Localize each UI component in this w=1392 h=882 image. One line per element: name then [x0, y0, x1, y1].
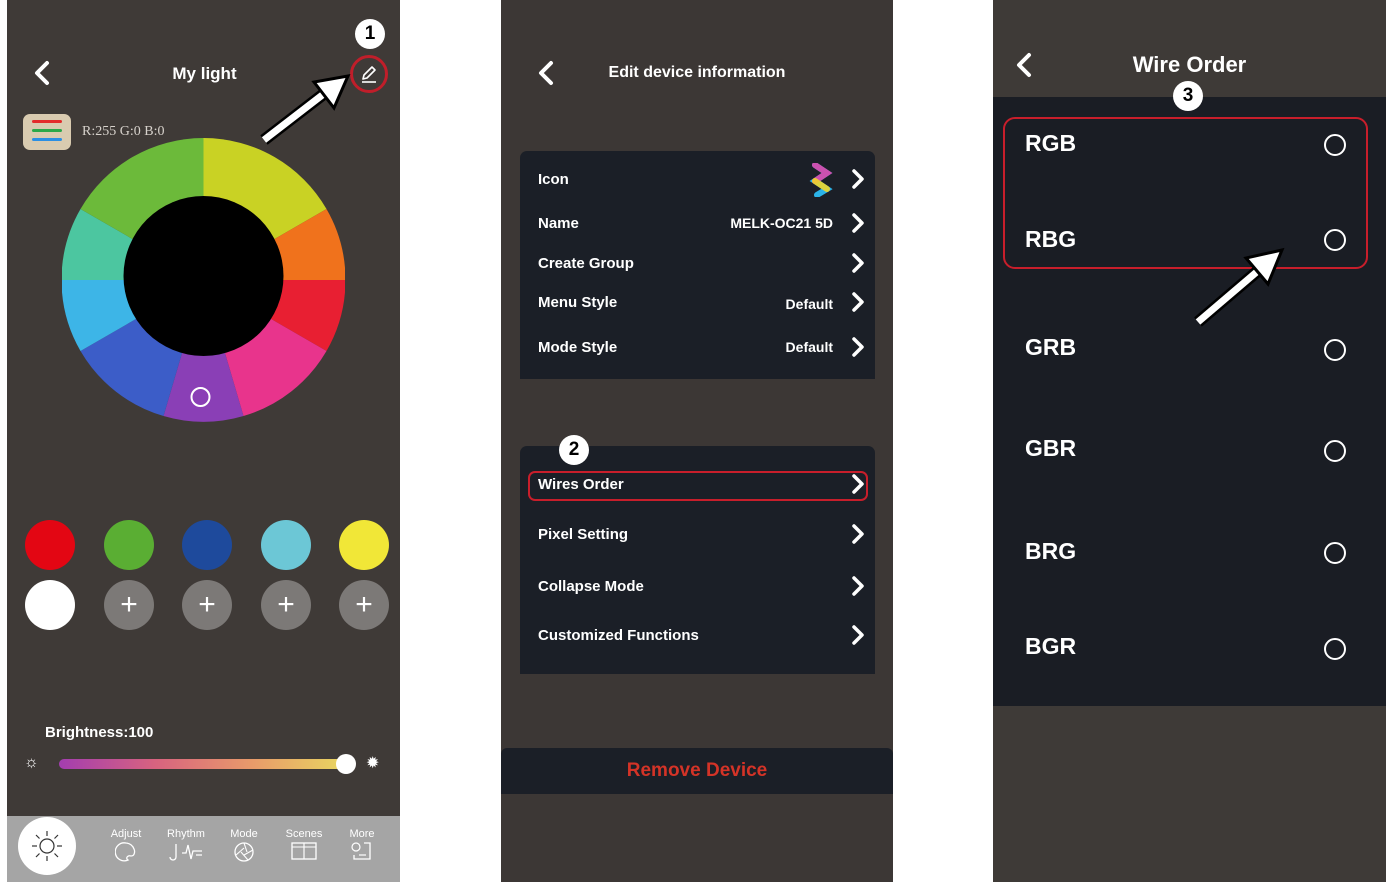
- chevron-right-icon: [852, 292, 864, 312]
- add-color-button[interactable]: +: [182, 580, 232, 630]
- add-color-button[interactable]: +: [104, 580, 154, 630]
- back-button[interactable]: [33, 60, 51, 86]
- option-bgr-radio[interactable]: [1324, 638, 1346, 660]
- preset-color-green[interactable]: [104, 520, 154, 570]
- palette-icon: [114, 842, 136, 862]
- color-wheel[interactable]: [62, 130, 345, 430]
- option-brg-radio[interactable]: [1324, 542, 1346, 564]
- step-badge-2: 2: [559, 435, 589, 465]
- wire-order-screen: Wire Order 3 RGB RBG GRB GBR BRG BGR: [993, 0, 1386, 882]
- option-rgb-label: RGB: [1025, 130, 1077, 156]
- chevron-right-icon: [852, 474, 864, 494]
- brightness-slider-handle[interactable]: [336, 754, 356, 774]
- back-button[interactable]: [1015, 52, 1033, 78]
- step-badge-1: 1: [355, 19, 385, 49]
- sun-dim-icon: ☼: [24, 754, 39, 771]
- preset-color-blue[interactable]: [182, 520, 232, 570]
- chevron-right-icon: [852, 576, 864, 596]
- music-wave-icon: [169, 844, 202, 861]
- preset-color-red[interactable]: [25, 520, 75, 570]
- option-gbr-label: GBR: [1025, 435, 1077, 461]
- step-badge-3: 3: [1173, 81, 1203, 111]
- pencil-icon: [362, 66, 376, 83]
- option-rbg-label: RBG: [1025, 226, 1077, 252]
- page-title: Edit device information: [608, 64, 786, 81]
- preset-color-yellow[interactable]: [339, 520, 389, 570]
- aperture-icon: [234, 842, 254, 862]
- device-info-card: Icon Name MELK-OC21 5D Create Group Menu…: [520, 151, 875, 379]
- add-color-button[interactable]: +: [339, 580, 389, 630]
- sun-icon: [32, 831, 62, 861]
- nav-adjust[interactable]: Adjust: [101, 828, 151, 866]
- device-icon: [809, 163, 833, 197]
- nav-rhythm[interactable]: Rhythm: [161, 828, 211, 864]
- nav-scenes[interactable]: Scenes: [279, 828, 329, 864]
- pointer-arrow-icon: [1194, 247, 1285, 327]
- remove-device-button[interactable]: Remove Device: [501, 748, 893, 794]
- chevron-right-icon: [852, 524, 864, 544]
- page-title: Wire Order: [1132, 52, 1247, 77]
- option-grb-label: GRB: [1025, 334, 1077, 360]
- film-icon: [291, 842, 317, 860]
- option-grb-radio[interactable]: [1324, 339, 1346, 361]
- preset-color-white[interactable]: [25, 580, 75, 630]
- chevron-right-icon: [852, 337, 864, 357]
- option-rbg-radio[interactable]: [1324, 229, 1346, 251]
- brightness-label: Brightness:100: [45, 724, 154, 741]
- brightness-slider[interactable]: [59, 759, 349, 769]
- nav-mode[interactable]: Mode: [219, 828, 269, 866]
- empty-area: [993, 706, 1386, 882]
- add-color-button[interactable]: +: [261, 580, 311, 630]
- option-rgb-radio[interactable]: [1324, 134, 1346, 156]
- advanced-settings-card: Wires Order Pixel Setting Collapse Mode …: [520, 446, 875, 674]
- chevron-right-icon: [852, 625, 864, 645]
- light-home-button[interactable]: [18, 817, 76, 875]
- option-gbr-radio[interactable]: [1324, 440, 1346, 462]
- nav-more[interactable]: More: [337, 828, 387, 864]
- option-bgr-label: BGR: [1025, 633, 1077, 659]
- chevron-right-icon: [852, 169, 864, 189]
- chevron-right-icon: [852, 253, 864, 273]
- edit-device-screen: Edit device information Icon Name MELK-O…: [501, 0, 893, 882]
- more-options-icon: [351, 842, 371, 860]
- preset-color-cyan[interactable]: [261, 520, 311, 570]
- edit-button[interactable]: [350, 55, 388, 93]
- color-control-screen: My light 1 R:255 G:0 B:0 + + + + Brightn…: [7, 0, 400, 882]
- option-brg-label: BRG: [1025, 538, 1077, 564]
- chevron-right-icon: [852, 213, 864, 233]
- back-button[interactable]: [537, 60, 555, 86]
- sun-bright-icon: ✹: [366, 755, 380, 772]
